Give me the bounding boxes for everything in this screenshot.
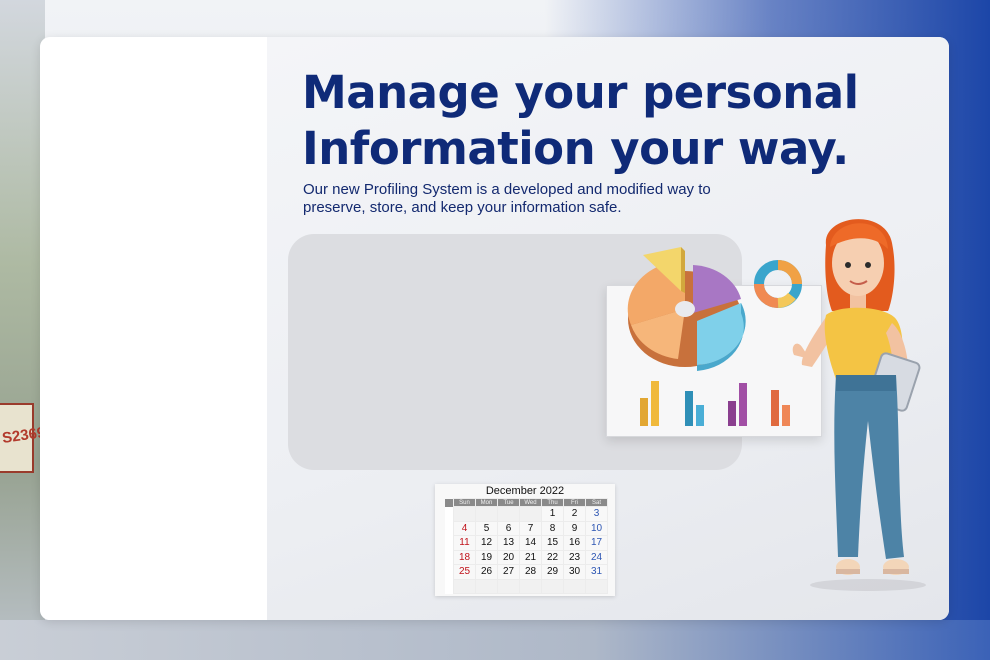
calendar-title: December 2022 — [485, 485, 565, 497]
calendar-day: 12 — [475, 535, 498, 551]
calendar-day: 10 — [585, 520, 608, 536]
calendar-day: 11 — [453, 535, 476, 551]
calendar-week-row: 1 2 3 — [445, 506, 608, 522]
calendar-day — [541, 578, 564, 594]
calendar-week-row: 4 5 6 7 8 9 10 — [445, 520, 608, 536]
calendar-week-col — [445, 564, 454, 579]
calendar-day: 14 — [519, 535, 542, 551]
calendar-day — [563, 578, 586, 594]
calendar-day: 29 — [541, 564, 564, 580]
calendar-day: 27 — [497, 564, 520, 580]
calendar-day: 8 — [541, 520, 564, 536]
hero-headline: Manage your personal Information your wa… — [302, 65, 902, 177]
calendar-week-row: 18 19 20 21 22 23 24 — [445, 549, 608, 565]
calendar-week-col — [445, 535, 454, 550]
calendar-day — [475, 506, 498, 522]
description-line-2: preserve, store, and keep your informati… — [303, 199, 622, 216]
calendar-day: 13 — [497, 535, 520, 551]
background-street — [0, 620, 990, 660]
calendar-day: 31 — [585, 564, 608, 580]
calendar-day — [475, 578, 498, 594]
calendar-day: 28 — [519, 564, 542, 580]
calendar-day — [585, 578, 608, 594]
weekday-label: Fri — [563, 498, 586, 507]
calendar-day: 19 — [475, 549, 498, 565]
login-card: Manage your personal Information your wa… — [40, 37, 949, 620]
pie-chart-icon — [627, 247, 746, 371]
calendar-week-row: 25 26 27 28 29 30 31 — [445, 564, 608, 580]
calendar-day: 15 — [541, 535, 564, 551]
calendar-day: 25 — [453, 564, 476, 580]
calendar-day: 22 — [541, 549, 564, 565]
weekday-label: Mon — [475, 498, 498, 507]
calendar-week-col — [445, 506, 454, 521]
calendar-day — [497, 506, 520, 522]
calendar-day: 24 — [585, 549, 608, 565]
headline-line-1: Manage your personal — [302, 66, 859, 119]
calendar-day: 6 — [497, 520, 520, 536]
calendar-week-col — [445, 498, 454, 507]
calendar-day: 26 — [475, 564, 498, 580]
calendar-day: 30 — [563, 564, 586, 580]
calendar-day — [519, 506, 542, 522]
calendar-week-row: 11 12 13 14 15 16 17 — [445, 535, 608, 551]
calendar-day: 18 — [453, 549, 476, 565]
calendar-week-row — [445, 578, 608, 594]
background-sign: S2369 — [0, 403, 46, 473]
weekday-label: Tue — [497, 498, 520, 507]
calendar-weekday-row: Sun Mon Tue Wed Thu Fri Sat — [445, 498, 608, 507]
calendar-day: 17 — [585, 535, 608, 551]
description-line-1: Our new Profiling System is a developed … — [303, 181, 711, 198]
form-panel — [40, 37, 267, 620]
calendar-day: 20 — [497, 549, 520, 565]
calendar-day: 2 — [563, 506, 586, 522]
calendar-day: 4 — [453, 520, 476, 536]
presenter-illustration — [792, 219, 926, 591]
calendar-day — [453, 578, 476, 594]
hero-description: Our new Profiling System is a developed … — [303, 181, 773, 217]
calendar-day: 21 — [519, 549, 542, 565]
calendar-day: 23 — [563, 549, 586, 565]
weekday-label: Sun — [453, 498, 476, 507]
calendar-week-col — [445, 579, 454, 594]
weekday-label: Sat — [585, 498, 608, 507]
calendar-day — [519, 578, 542, 594]
calendar-day: 9 — [563, 520, 586, 536]
calendar-grid: Sun Mon Tue Wed Thu Fri Sat 1 2 3 4 5 6 … — [445, 498, 608, 594]
calendar-widget: December 2022 Sun Mon Tue Wed Thu Fri Sa… — [435, 484, 615, 596]
weekday-label: Wed — [519, 498, 542, 507]
calendar-day: 1 — [541, 506, 564, 522]
headline-line-2: Information your way. — [302, 122, 849, 175]
weekday-label: Thu — [541, 498, 564, 507]
calendar-day: 3 — [585, 506, 608, 522]
calendar-day — [453, 506, 476, 522]
calendar-day — [497, 578, 520, 594]
calendar-week-col — [445, 550, 454, 565]
calendar-day: 16 — [563, 535, 586, 551]
calendar-week-col — [445, 521, 454, 536]
calendar-day: 7 — [519, 520, 542, 536]
calendar-day: 5 — [475, 520, 498, 536]
